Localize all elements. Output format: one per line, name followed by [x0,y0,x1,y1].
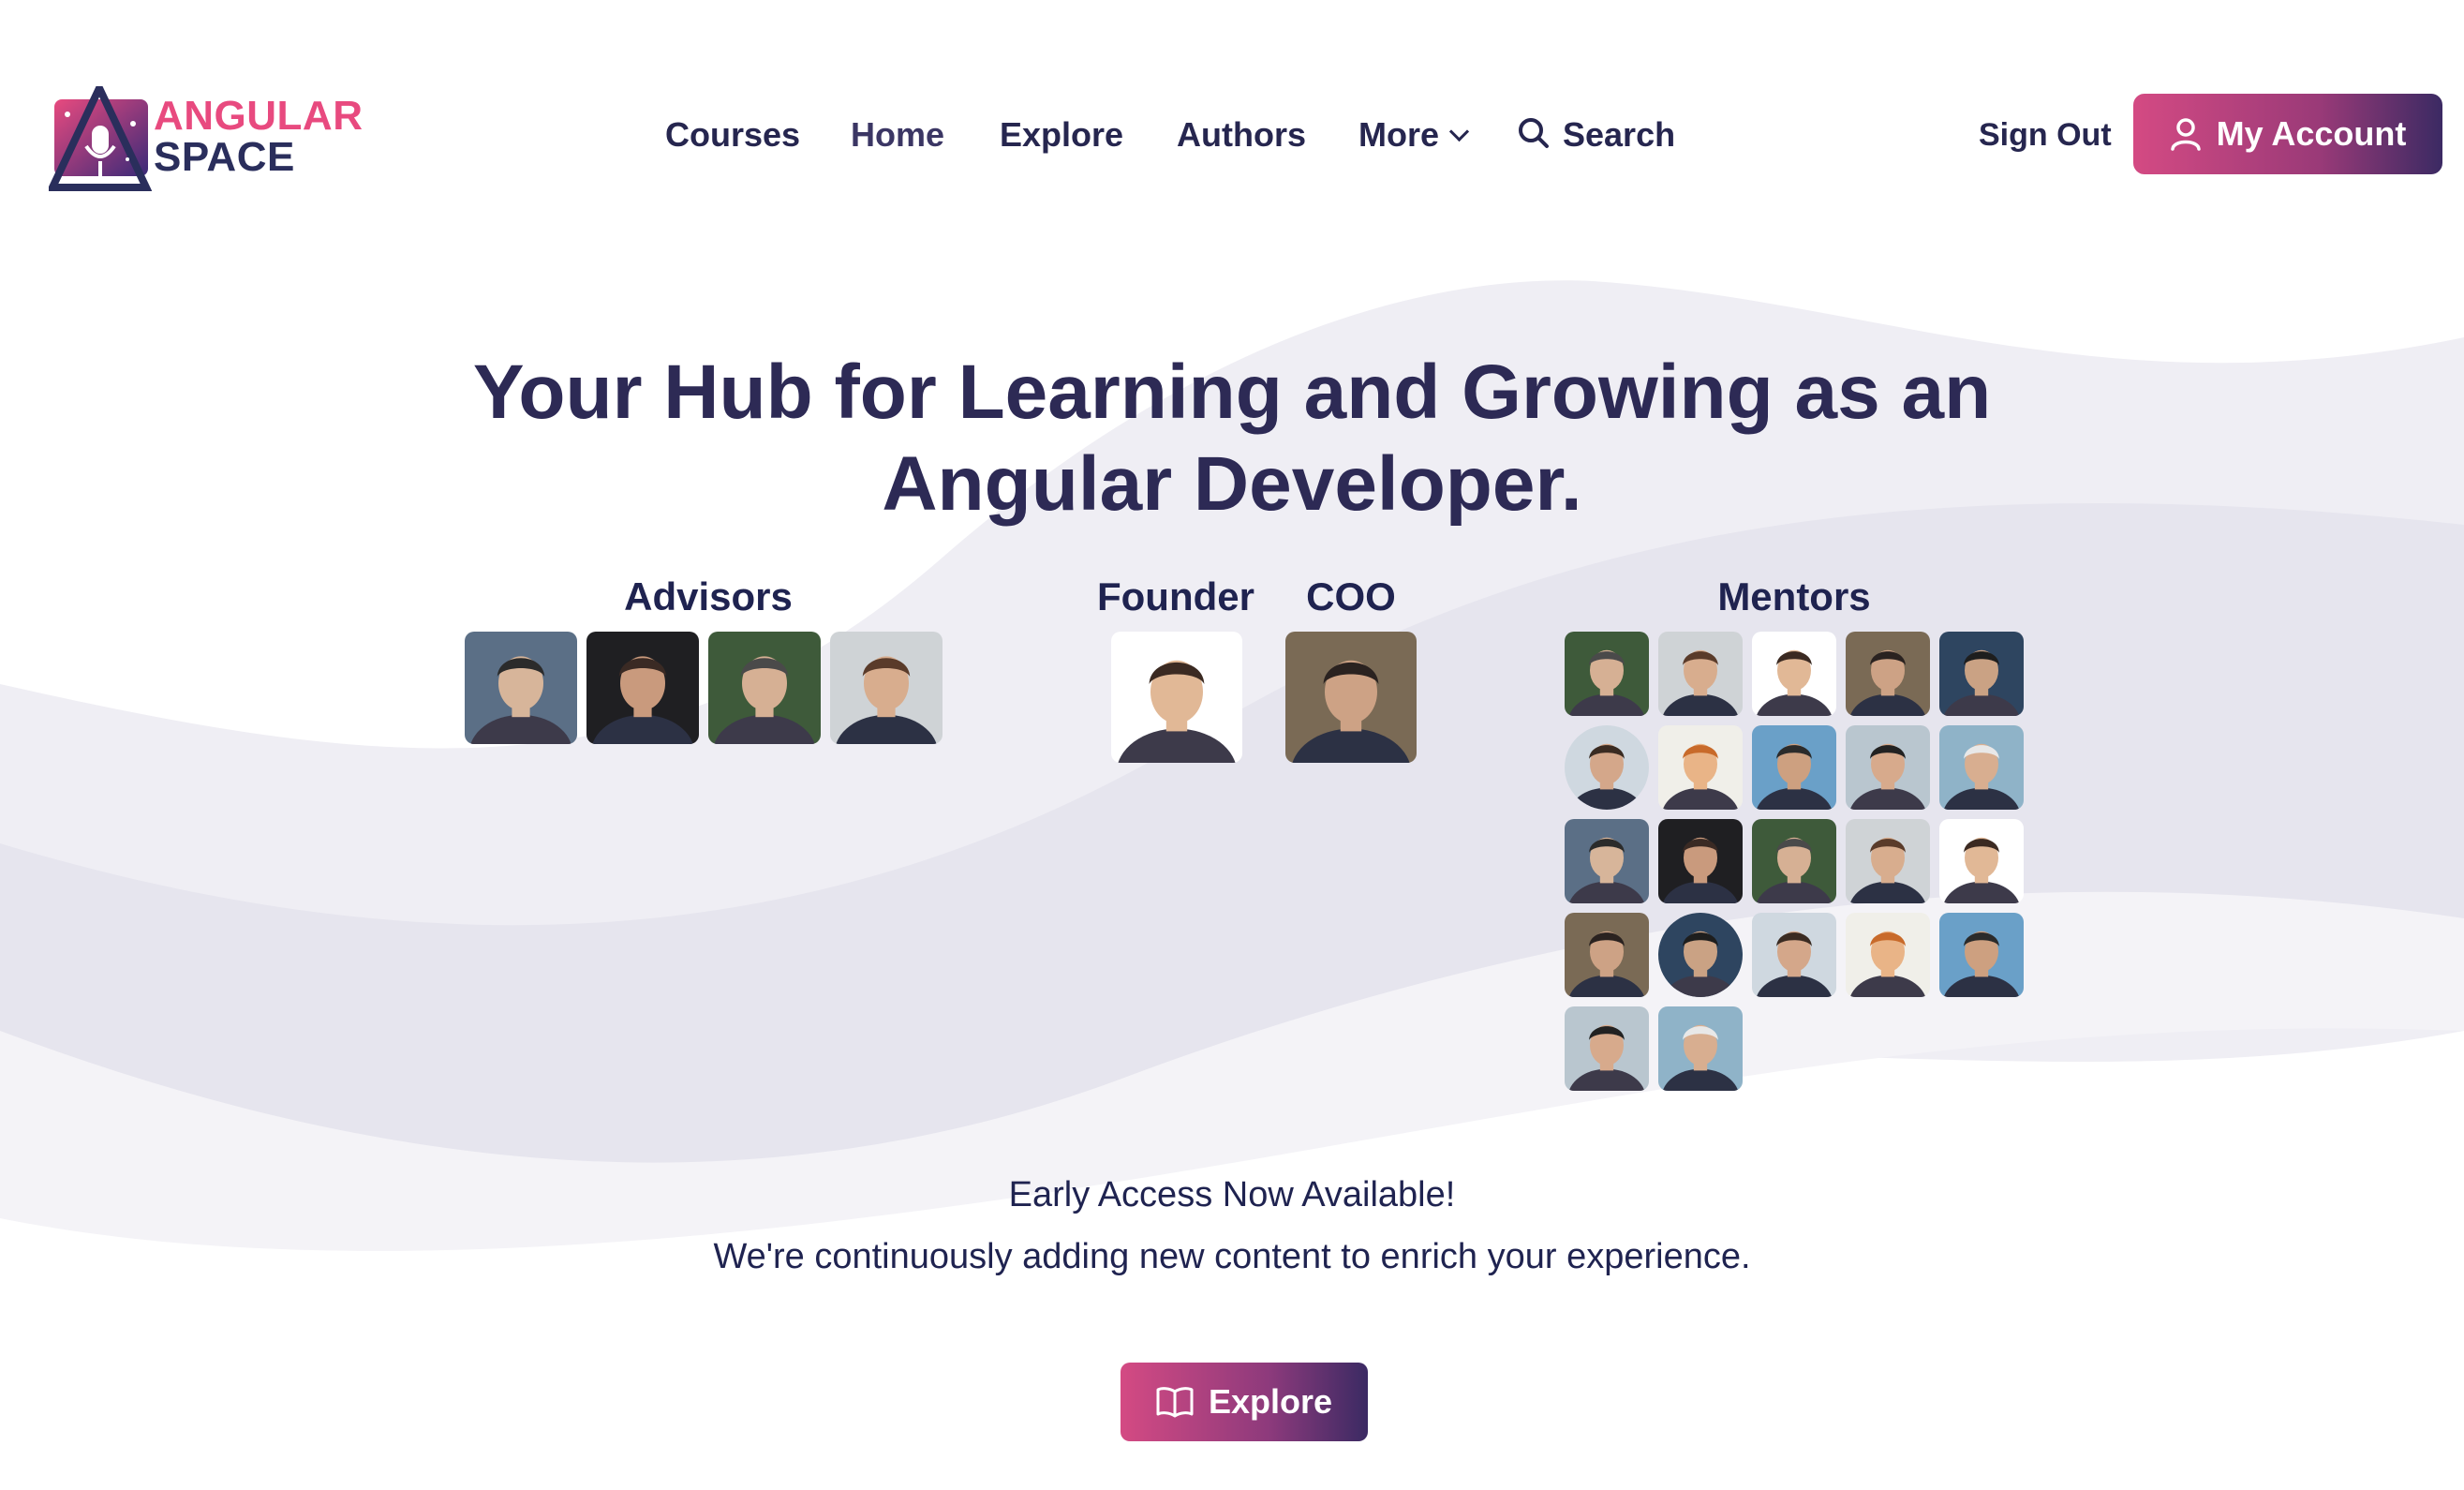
mentor-photo[interactable] [1658,1006,1743,1091]
nav-home[interactable]: Home [851,109,944,161]
mentor-photo[interactable] [1846,725,1930,810]
early-access-text: Early Access Now Available! [1008,1175,1456,1214]
nav-more-label: More [1358,115,1440,154]
nav-search-label: Search [1563,115,1676,154]
sign-out-link[interactable]: Sign Out [1979,109,2112,161]
mentor-photo[interactable] [1658,725,1743,810]
hero-title-line1: Your Hub for Learning and Growing as an [472,350,1992,435]
mentor-photo[interactable] [1846,913,1930,997]
founder-photo[interactable] [1111,632,1242,763]
mentor-photo[interactable] [1846,819,1930,903]
mentor-photo[interactable] [1658,632,1743,716]
my-account-label: My Account [2216,114,2407,153]
mentors-label: Mentors [1717,574,1871,618]
nav-search[interactable]: Search [1518,109,1675,161]
mentor-photo[interactable] [1939,725,2024,810]
nav-authors[interactable]: Authors [1177,109,1306,161]
mentor-photo[interactable] [1658,819,1743,903]
brand-logo[interactable]: ANGULAR SPACE [49,86,386,199]
advisor-photo[interactable] [708,632,821,744]
brand-line2: SPACE [154,134,295,180]
nav-explore[interactable]: Explore [1000,109,1123,161]
coo-label: COO [1306,574,1396,618]
mentor-photo[interactable] [1752,632,1836,716]
advisor-photo[interactable] [830,632,943,744]
user-icon [2170,118,2201,151]
mentor-photo[interactable] [1752,819,1836,903]
hero-title-line2: Angular Developer. [882,441,1582,527]
mentor-photo[interactable] [1565,913,1649,997]
mentor-photo[interactable] [1939,913,2024,997]
logo-icon [49,86,152,191]
content-note-text: We're continuously adding new content to… [713,1237,1751,1276]
advisors-label: Advisors [624,574,793,618]
mentor-photo[interactable] [1565,725,1649,810]
advisor-photo[interactable] [586,632,699,744]
search-icon [1519,118,1549,149]
my-account-button[interactable]: My Account [2133,94,2442,174]
mentor-photo[interactable] [1565,819,1649,903]
explore-button[interactable]: Explore [1121,1363,1368,1441]
mentor-photo[interactable] [1752,725,1836,810]
coo-photo[interactable] [1285,632,1417,763]
founder-label: Founder [1097,574,1254,618]
mentor-photo[interactable] [1752,913,1836,997]
mentor-photo[interactable] [1846,632,1930,716]
mentor-photo[interactable] [1658,913,1743,997]
nav-courses[interactable]: Courses [665,109,800,161]
book-icon [1156,1387,1194,1418]
advisor-photo[interactable] [465,632,577,744]
nav-more[interactable]: More [1358,109,1470,161]
mentor-photo[interactable] [1565,1006,1649,1091]
hero-title: Your Hub for Learning and Growing as an … [0,347,2464,530]
brand-line1: ANGULAR [154,93,364,139]
mentor-photo[interactable] [1565,632,1649,716]
explore-button-label: Explore [1208,1382,1333,1421]
chevron-down-icon [1448,121,1470,142]
mentor-photo[interactable] [1939,632,2024,716]
mentor-photo[interactable] [1939,819,2024,903]
